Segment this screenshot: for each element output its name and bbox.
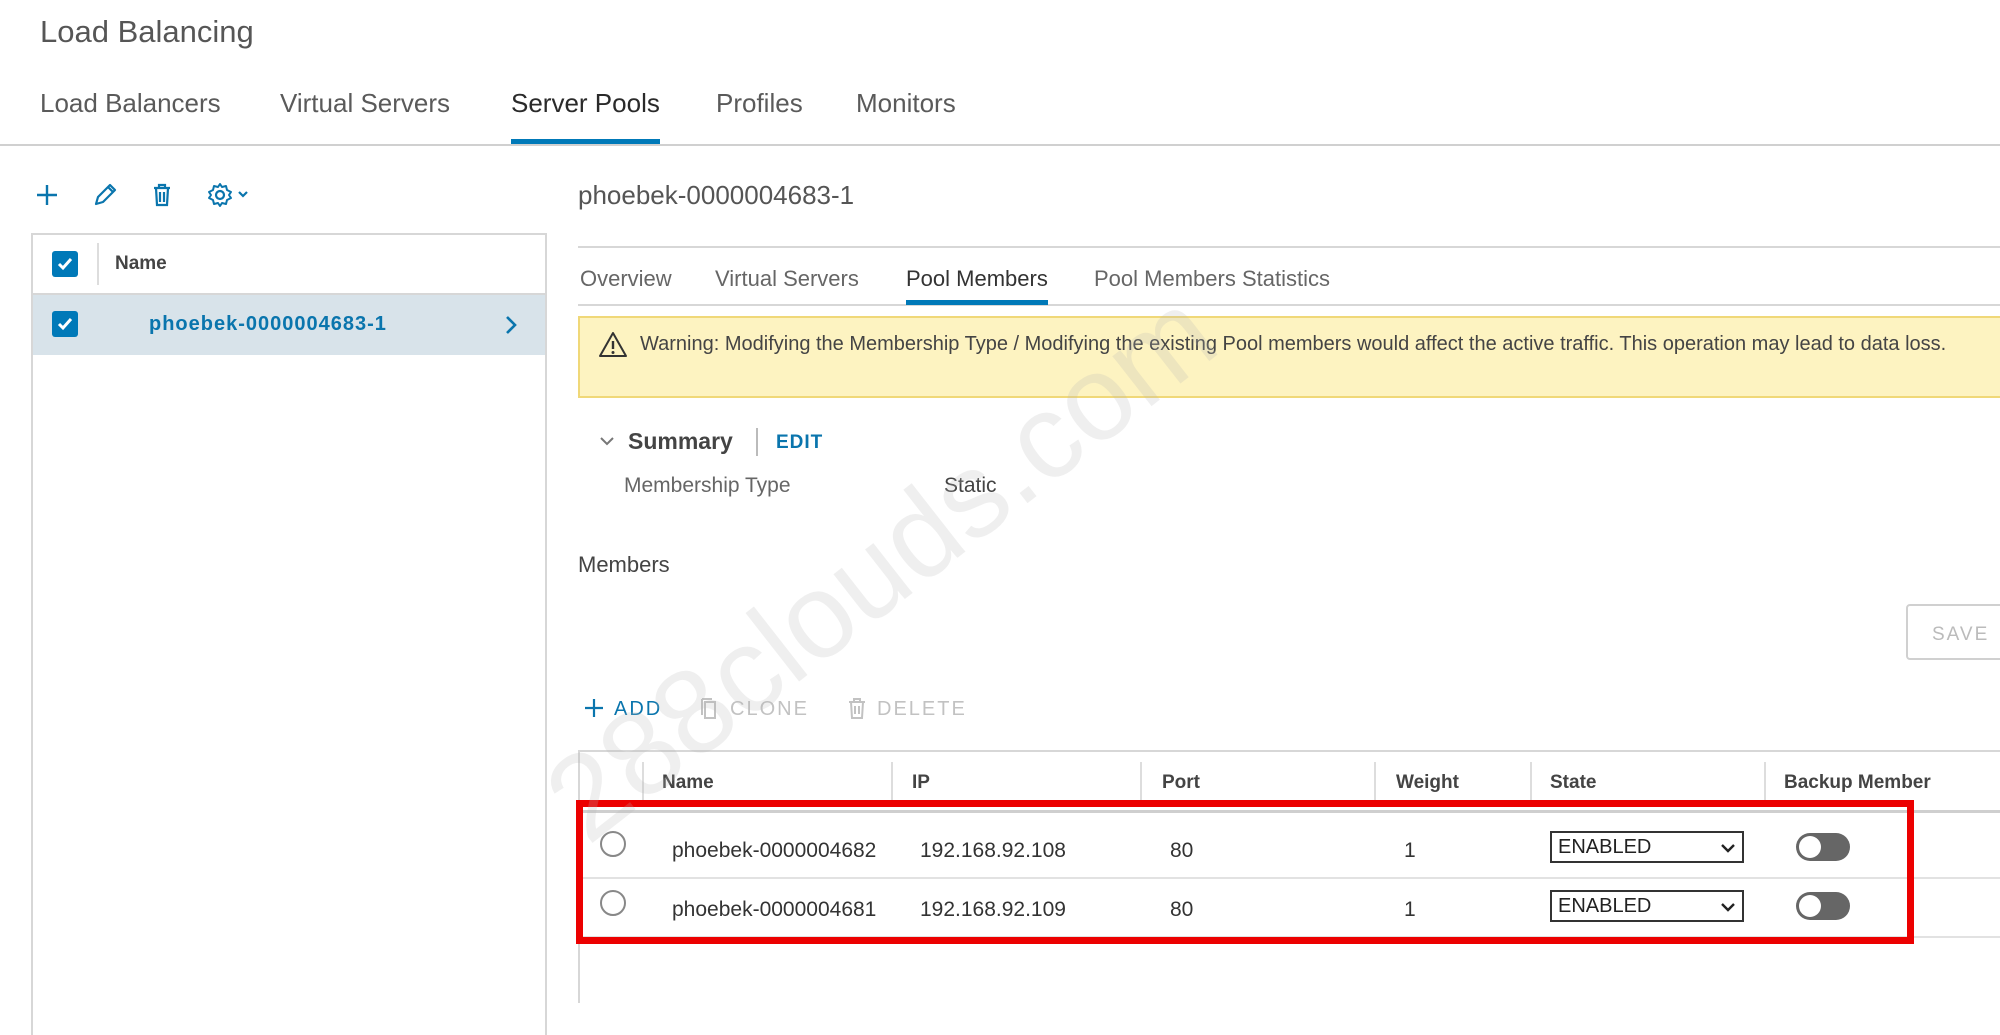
- tab-pool-members[interactable]: Pool Members: [906, 266, 1048, 305]
- add-icon[interactable]: [30, 178, 64, 212]
- divider: [756, 428, 758, 456]
- chevron-down-icon[interactable]: [598, 432, 616, 450]
- column-divider: [1764, 762, 1766, 802]
- trash-icon: [849, 698, 865, 719]
- tab-virtual-servers-detail[interactable]: Virtual Servers: [715, 266, 859, 300]
- tab-profiles[interactable]: Profiles: [716, 88, 803, 138]
- column-header-state[interactable]: State: [1550, 772, 1596, 794]
- state-value: ENABLED: [1558, 895, 1652, 917]
- members-grid: Name IP Port Weight State Backup Member …: [578, 750, 2000, 1003]
- table-row[interactable]: phoebek-0000004681 192.168.92.109 80 1 E…: [580, 878, 2000, 938]
- column-divider: [1374, 762, 1376, 802]
- name-column-header[interactable]: Name: [115, 253, 167, 275]
- state-value: ENABLED: [1558, 836, 1652, 858]
- summary-title[interactable]: Summary: [628, 428, 733, 455]
- chevron-right-icon[interactable]: [501, 313, 521, 337]
- warning-triangle-icon: [599, 332, 627, 357]
- member-weight: 1: [1404, 839, 1416, 862]
- clone-icon: [701, 698, 716, 719]
- row-select-radio[interactable]: [600, 831, 626, 857]
- members-grid-header: Name IP Port Weight State Backup Member: [580, 752, 2000, 813]
- column-divider: [1140, 762, 1142, 802]
- tab-virtual-servers[interactable]: Virtual Servers: [280, 88, 450, 138]
- settings-gear-icon[interactable]: [203, 178, 253, 212]
- page-title: Load Balancing: [40, 14, 254, 49]
- tab-pool-members-statistics[interactable]: Pool Members Statistics: [1094, 266, 1330, 300]
- add-label: ADD: [614, 698, 663, 720]
- column-divider: [97, 243, 99, 285]
- column-divider: [1530, 762, 1532, 802]
- member-name: phoebek-0000004682: [672, 839, 877, 862]
- detail-tab-bar: Overview Virtual Servers Pool Members Po…: [578, 248, 2000, 306]
- delete-label: DELETE: [877, 698, 967, 720]
- backup-member-toggle[interactable]: [1796, 892, 1850, 920]
- warning-text: Warning: Modifying the Membership Type /…: [640, 333, 1947, 355]
- member-name: phoebek-0000004681: [672, 898, 877, 921]
- add-icon: [585, 699, 603, 717]
- row-checkbox[interactable]: [52, 311, 78, 337]
- member-ip: 192.168.92.108: [920, 839, 1066, 862]
- pool-list-row[interactable]: phoebek-0000004683-1: [33, 295, 545, 355]
- state-select[interactable]: ENABLED: [1550, 831, 1744, 863]
- column-divider: [891, 762, 893, 802]
- column-header-weight[interactable]: Weight: [1396, 772, 1459, 794]
- tab-load-balancers[interactable]: Load Balancers: [40, 88, 221, 138]
- state-select[interactable]: ENABLED: [1550, 890, 1744, 922]
- member-port: 80: [1170, 839, 1194, 862]
- pool-name-link[interactable]: phoebek-0000004683-1: [149, 313, 387, 336]
- chevron-down-icon: [1721, 903, 1735, 912]
- tab-monitors[interactable]: Monitors: [856, 88, 956, 138]
- trash-icon[interactable]: [145, 178, 179, 212]
- column-header-ip[interactable]: IP: [912, 772, 930, 794]
- pool-list-header: Name: [33, 235, 545, 295]
- member-weight: 1: [1404, 898, 1416, 921]
- pool-list-panel: Name phoebek-0000004683-1: [31, 233, 547, 1035]
- warning-banner: Warning: Modifying the Membership Type /…: [578, 316, 2000, 398]
- pool-detail-title: phoebek-0000004683-1: [578, 180, 855, 210]
- edit-pencil-icon[interactable]: [88, 178, 122, 212]
- table-row[interactable]: phoebek-0000004682 192.168.92.108 80 1 E…: [580, 819, 2000, 879]
- chevron-down-icon: [1721, 844, 1735, 853]
- save-button[interactable]: SAVE: [1906, 604, 2000, 660]
- select-all-checkbox[interactable]: [52, 251, 78, 277]
- row-select-radio[interactable]: [600, 890, 626, 916]
- column-header-backup-member[interactable]: Backup Member: [1784, 772, 1931, 794]
- column-divider: [642, 762, 644, 802]
- top-tab-bar: Load Balancers Virtual Servers Server Po…: [0, 82, 2000, 146]
- summary-edit-button[interactable]: EDIT: [776, 432, 823, 454]
- column-header-port[interactable]: Port: [1162, 772, 1200, 794]
- member-port: 80: [1170, 898, 1194, 921]
- member-ip: 192.168.92.109: [920, 898, 1066, 921]
- membership-type-value: Static: [944, 474, 997, 497]
- membership-type-label: Membership Type: [624, 474, 791, 497]
- clone-label: CLONE: [730, 698, 809, 720]
- tab-server-pools[interactable]: Server Pools: [511, 88, 660, 144]
- backup-member-toggle[interactable]: [1796, 833, 1850, 861]
- column-header-name[interactable]: Name: [662, 772, 714, 794]
- tab-overview[interactable]: Overview: [580, 266, 672, 300]
- members-title: Members: [578, 552, 670, 577]
